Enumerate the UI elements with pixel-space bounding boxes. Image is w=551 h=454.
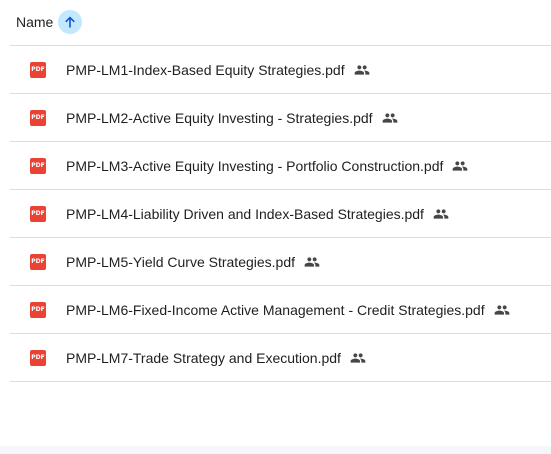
file-name[interactable]: PMP-LM3-Active Equity Investing - Portfo… [66, 157, 468, 175]
pdf-icon: PDF [30, 350, 46, 366]
file-name-text: PMP-LM4-Liability Driven and Index-Based… [66, 206, 424, 222]
file-row[interactable]: PDF PMP-LM5-Yield Curve Strategies.pdf [10, 238, 551, 286]
file-name-text: PMP-LM6-Fixed-Income Active Management -… [66, 302, 485, 318]
file-list: PDF PMP-LM1-Index-Based Equity Strategie… [10, 46, 551, 382]
people-icon [354, 62, 370, 78]
people-icon [452, 158, 468, 174]
pdf-icon: PDF [30, 158, 46, 174]
people-icon [433, 206, 449, 222]
arrow-up-icon [62, 14, 78, 30]
pdf-icon: PDF [30, 110, 46, 126]
footer-band [0, 446, 551, 454]
file-name-text: PMP-LM3-Active Equity Investing - Portfo… [66, 158, 444, 174]
people-icon [494, 302, 510, 318]
file-list-header: Name [0, 0, 551, 45]
file-name[interactable]: PMP-LM2-Active Equity Investing - Strate… [66, 109, 398, 127]
sort-button[interactable] [58, 10, 82, 34]
people-icon [382, 110, 398, 126]
name-column-header[interactable]: Name [16, 14, 53, 30]
file-name-text: PMP-LM7-Trade Strategy and Execution.pdf [66, 350, 341, 366]
pdf-icon: PDF [30, 206, 46, 222]
file-name-text: PMP-LM2-Active Equity Investing - Strate… [66, 110, 373, 126]
file-name[interactable]: PMP-LM1-Index-Based Equity Strategies.pd… [66, 61, 370, 79]
file-name[interactable]: PMP-LM5-Yield Curve Strategies.pdf [66, 253, 320, 271]
pdf-icon: PDF [30, 302, 46, 318]
file-name[interactable]: PMP-LM7-Trade Strategy and Execution.pdf [66, 349, 366, 367]
pdf-icon: PDF [30, 254, 46, 270]
pdf-icon: PDF [30, 62, 46, 78]
file-row[interactable]: PDF PMP-LM1-Index-Based Equity Strategie… [10, 46, 551, 94]
file-row[interactable]: PDF PMP-LM2-Active Equity Investing - St… [10, 94, 551, 142]
file-row[interactable]: PDF PMP-LM4-Liability Driven and Index-B… [10, 190, 551, 238]
file-name[interactable]: PMP-LM6-Fixed-Income Active Management -… [66, 301, 510, 319]
file-name[interactable]: PMP-LM4-Liability Driven and Index-Based… [66, 205, 449, 223]
people-icon [304, 254, 320, 270]
people-icon [350, 350, 366, 366]
file-name-text: PMP-LM1-Index-Based Equity Strategies.pd… [66, 62, 345, 78]
file-row[interactable]: PDF PMP-LM3-Active Equity Investing - Po… [10, 142, 551, 190]
file-row[interactable]: PDF PMP-LM7-Trade Strategy and Execution… [10, 334, 551, 382]
file-row[interactable]: PDF PMP-LM6-Fixed-Income Active Manageme… [10, 286, 551, 334]
file-name-text: PMP-LM5-Yield Curve Strategies.pdf [66, 254, 296, 270]
